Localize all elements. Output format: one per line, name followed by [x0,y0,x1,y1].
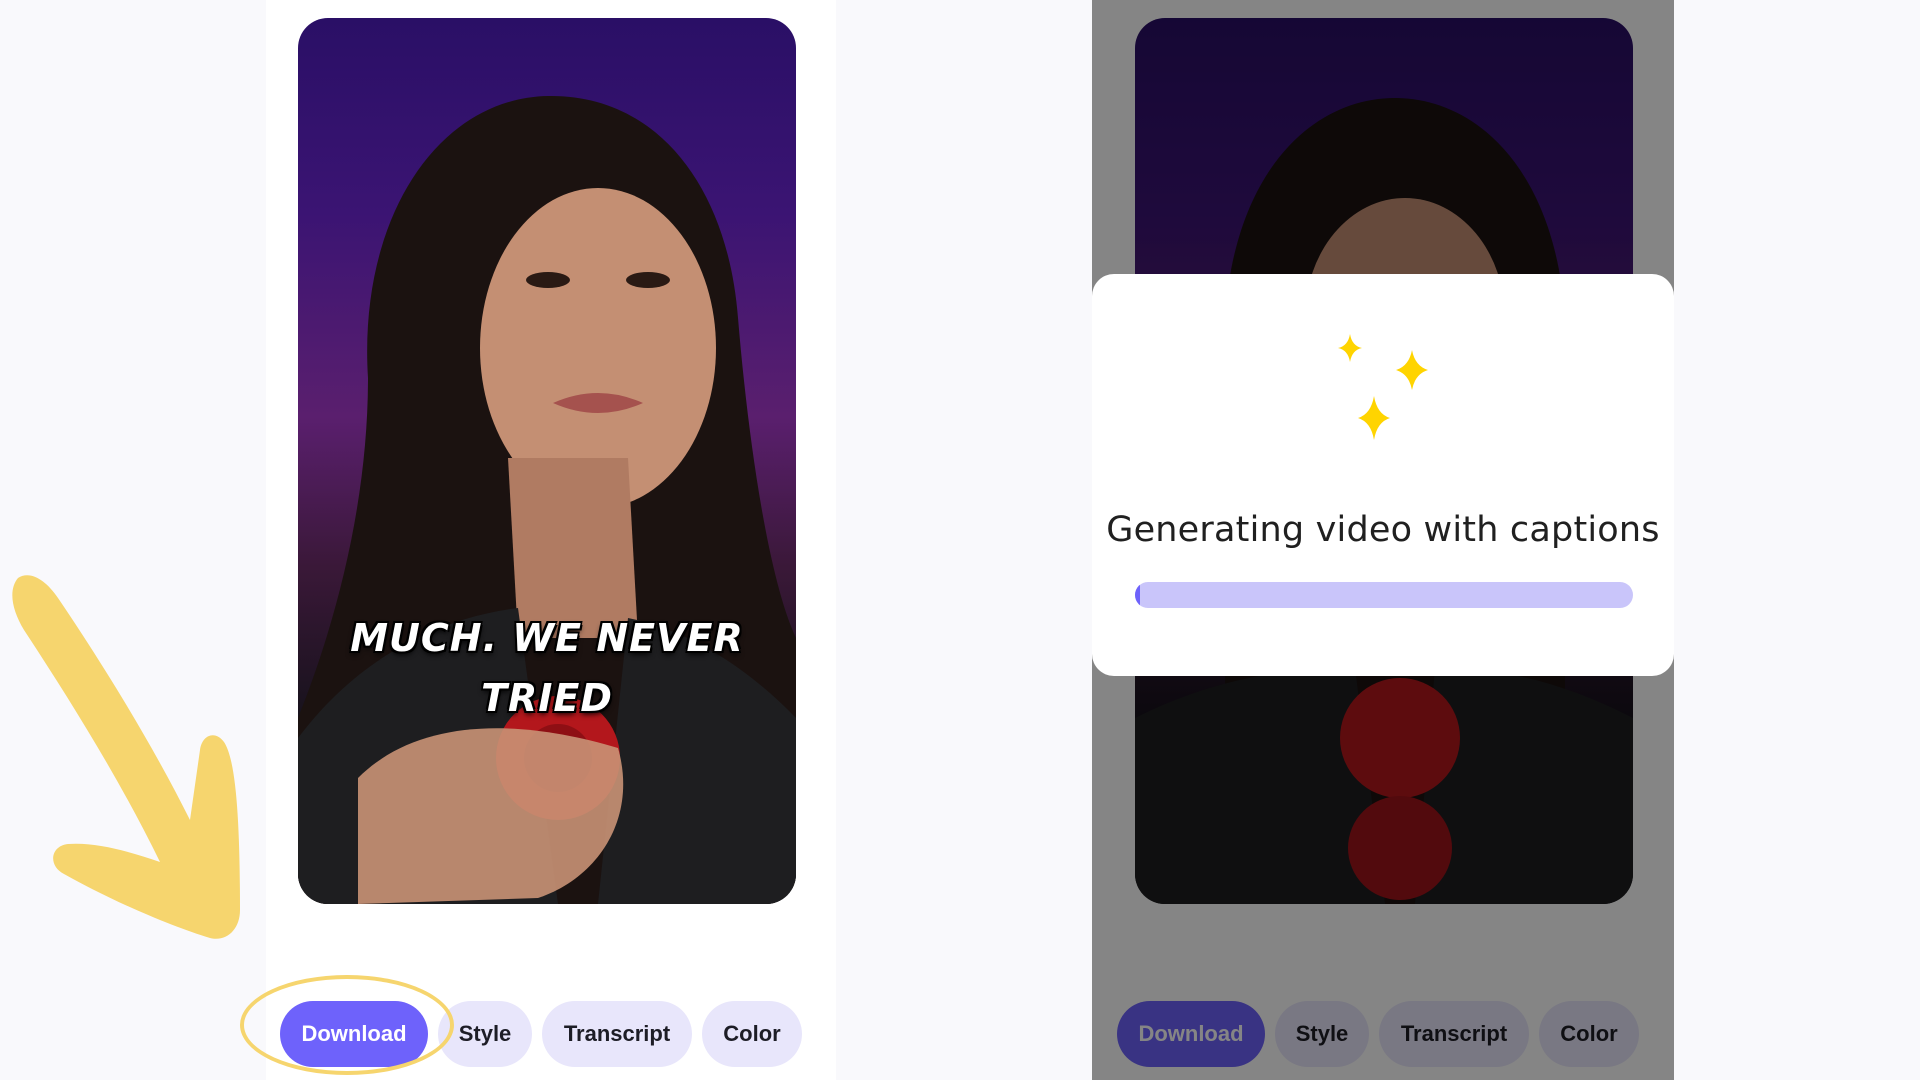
progress-bar [1135,582,1633,608]
arrow-down-right-icon [12,575,241,939]
video-frame-image [298,95,796,904]
style-button[interactable]: Style [438,1001,532,1067]
download-button[interactable]: Download [280,1001,428,1067]
caption-line-1: MUCH. WE NEVER [350,616,744,660]
editor-toolbar: Download Style Transcript Color [280,1000,802,1068]
transcript-button[interactable]: Transcript [542,1001,692,1067]
video-caption: MUCH. WE NEVER TRIED [298,608,796,728]
modal-title: Generating video with captions [1106,510,1660,550]
progress-bar-fill [1135,582,1140,608]
progress-modal: Generating video with captions [1092,274,1674,676]
color-button[interactable]: Color [702,1001,802,1067]
video-preview[interactable]: MUCH. WE NEVER TRIED [298,18,796,904]
caption-line-2: TRIED [481,676,613,720]
sparkles-icon [1338,334,1428,440]
editor-panel-left: MUCH. WE NEVER TRIED Download Style Tran… [266,0,836,1080]
editor-panel-right: Download Style Transcript Color Generati… [1092,0,1674,1080]
